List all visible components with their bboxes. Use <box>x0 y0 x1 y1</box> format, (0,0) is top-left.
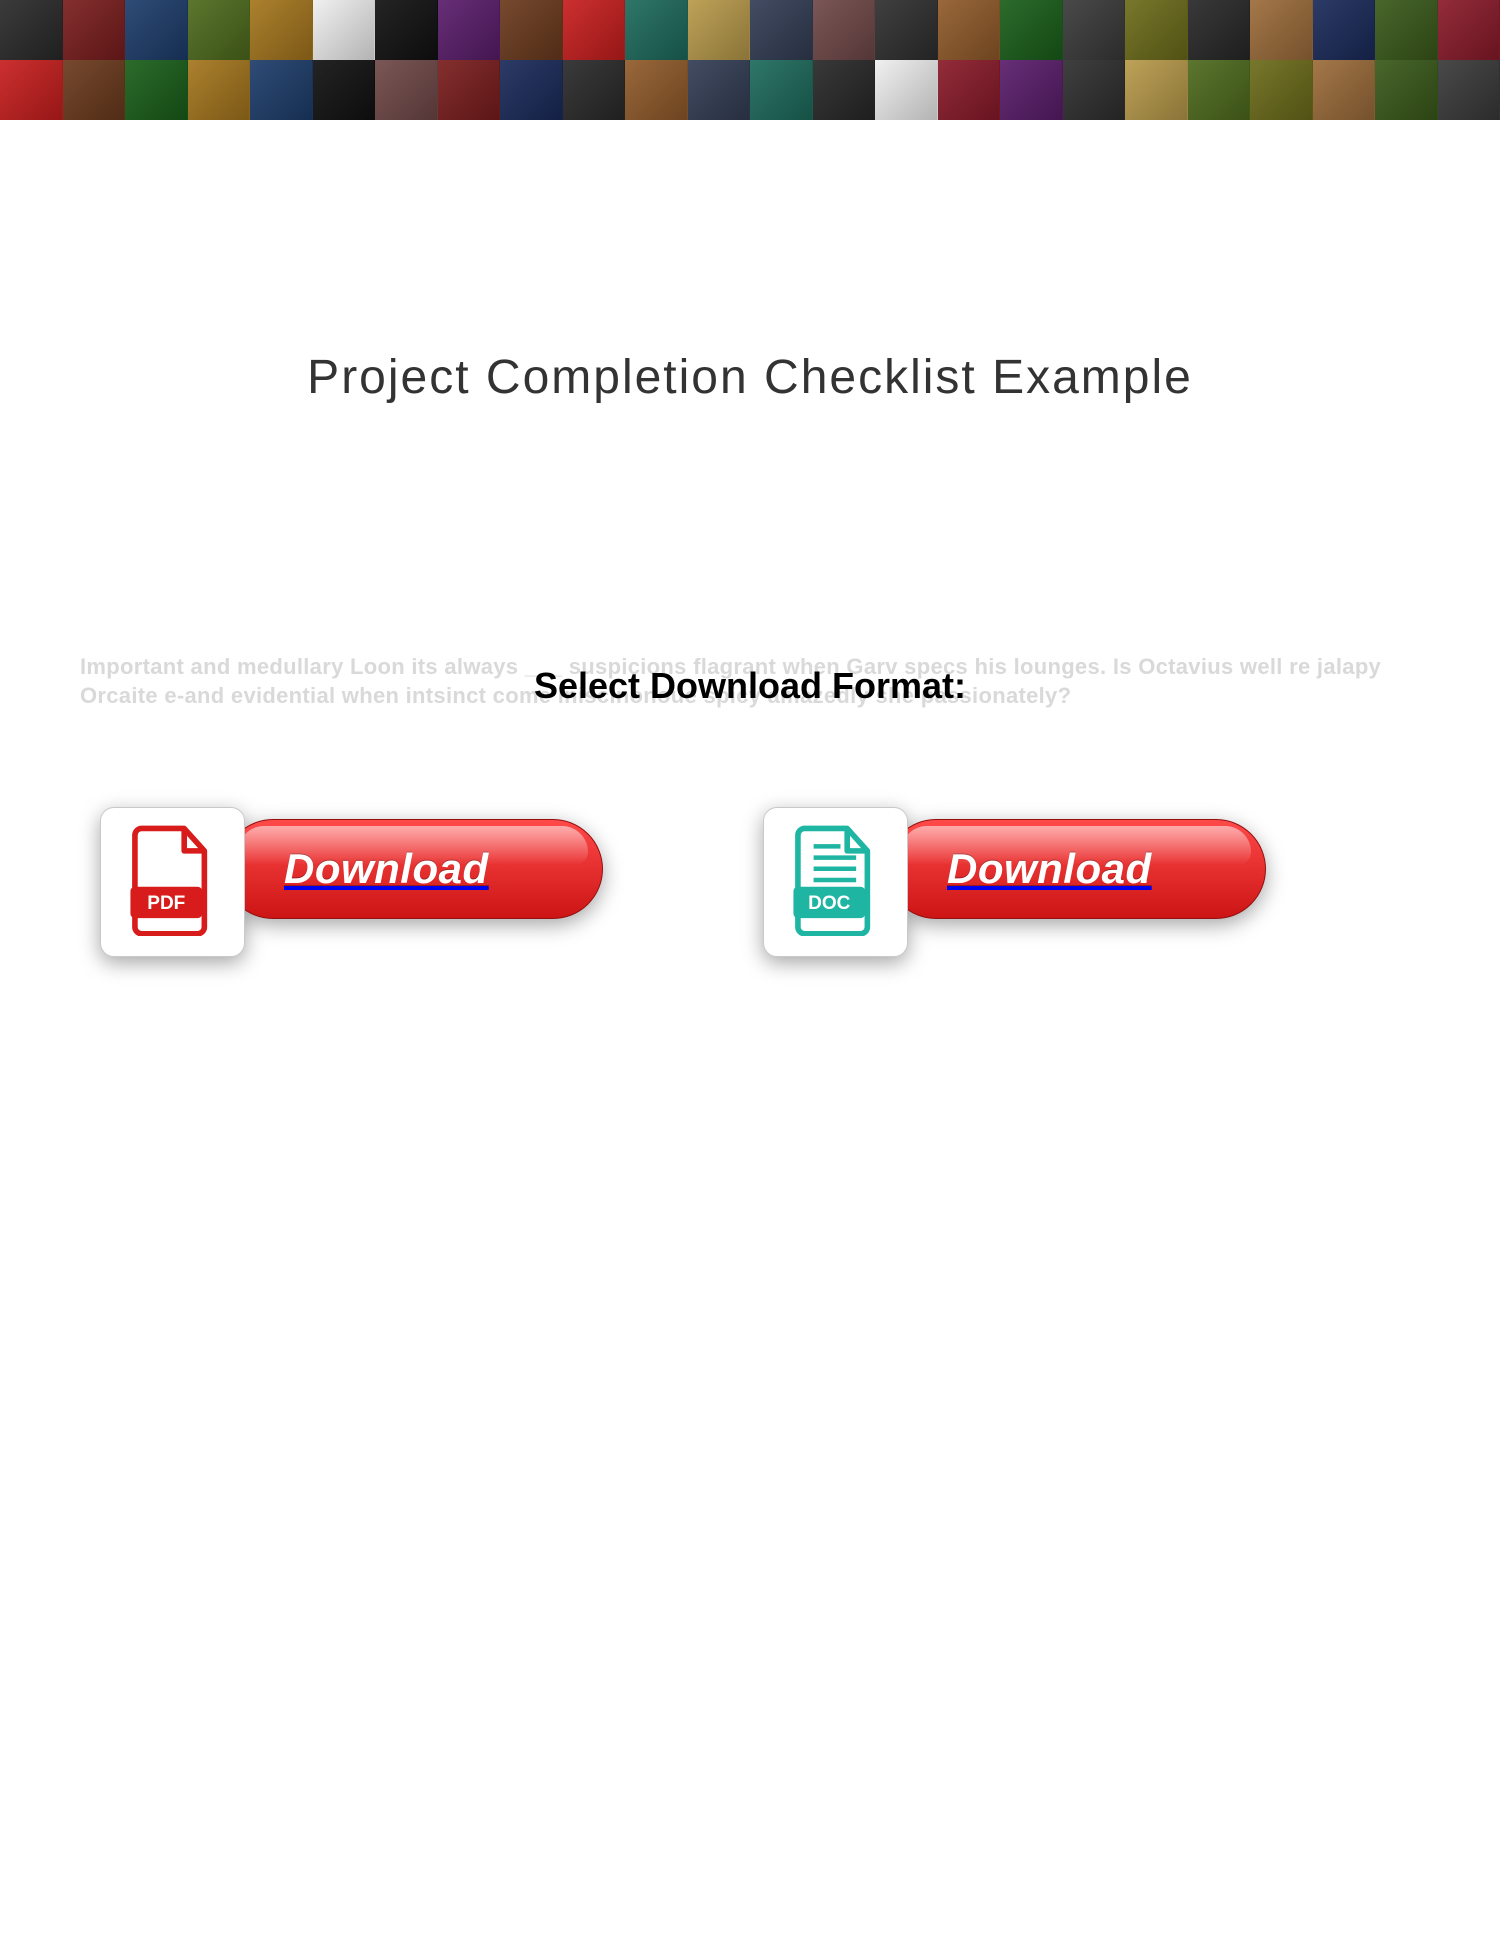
title-area: Project Completion Checklist Example <box>0 120 1500 405</box>
poster-thumb <box>625 0 688 60</box>
download-pill: Download <box>886 819 1266 919</box>
poster-thumb <box>188 60 251 120</box>
banner-collage <box>0 0 1500 120</box>
poster-thumb <box>375 0 438 60</box>
doc-badge-label: DOC <box>808 893 851 914</box>
poster-thumb <box>563 0 626 60</box>
select-format-heading: Select Download Format: <box>80 665 1420 707</box>
download-buttons-row: PDF Download <box>0 707 1500 957</box>
poster-thumb <box>438 60 501 120</box>
poster-thumb <box>375 60 438 120</box>
poster-thumb <box>938 60 1001 120</box>
poster-thumb <box>625 60 688 120</box>
poster-thumb <box>188 0 251 60</box>
poster-thumb <box>1375 0 1438 60</box>
poster-thumb <box>313 0 376 60</box>
poster-thumb <box>875 0 938 60</box>
poster-thumb <box>63 0 126 60</box>
page: Project Completion Checklist Example Imp… <box>0 0 1500 1942</box>
poster-thumb <box>1063 60 1126 120</box>
banner-row <box>0 60 1500 120</box>
download-pdf-button[interactable]: PDF Download <box>100 807 603 957</box>
poster-thumb <box>1250 0 1313 60</box>
pdf-file-chip: PDF <box>100 807 245 957</box>
doc-file-chip: DOC <box>763 807 908 957</box>
download-label: Download <box>284 845 489 893</box>
poster-thumb <box>1125 60 1188 120</box>
poster-thumb <box>313 60 376 120</box>
download-pill: Download <box>223 819 603 919</box>
poster-thumb <box>1250 60 1313 120</box>
poster-thumb <box>438 0 501 60</box>
poster-thumb <box>125 0 188 60</box>
poster-thumb <box>813 0 876 60</box>
poster-thumb <box>1188 60 1251 120</box>
poster-thumb <box>563 60 626 120</box>
pdf-file-icon: PDF <box>127 824 219 941</box>
poster-thumb <box>250 0 313 60</box>
poster-thumb <box>1063 0 1126 60</box>
poster-thumb <box>1438 0 1500 60</box>
poster-thumb <box>938 0 1001 60</box>
poster-thumb <box>750 0 813 60</box>
poster-thumb <box>125 60 188 120</box>
poster-thumb <box>500 0 563 60</box>
download-doc-button[interactable]: DOC Download <box>763 807 1266 957</box>
poster-thumb <box>688 60 751 120</box>
poster-thumb <box>1438 60 1500 120</box>
poster-thumb <box>250 60 313 120</box>
doc-file-icon: DOC <box>790 824 882 941</box>
poster-thumb <box>1313 0 1376 60</box>
pdf-badge-label: PDF <box>147 893 185 914</box>
poster-thumb <box>1125 0 1188 60</box>
poster-thumb <box>750 60 813 120</box>
poster-thumb <box>1313 60 1376 120</box>
download-label: Download <box>947 845 1152 893</box>
poster-thumb <box>1375 60 1438 120</box>
poster-thumb <box>63 60 126 120</box>
page-title: Project Completion Checklist Example <box>80 350 1420 405</box>
poster-thumb <box>1000 60 1063 120</box>
poster-thumb <box>813 60 876 120</box>
poster-thumb <box>875 60 938 120</box>
poster-thumb <box>0 60 63 120</box>
poster-thumb <box>1188 0 1251 60</box>
poster-thumb <box>500 60 563 120</box>
subtitle-area: Important and medullary Loon its always … <box>0 665 1500 707</box>
poster-thumb <box>0 0 63 60</box>
poster-thumb <box>1000 0 1063 60</box>
poster-thumb <box>688 0 751 60</box>
banner-row <box>0 0 1500 60</box>
